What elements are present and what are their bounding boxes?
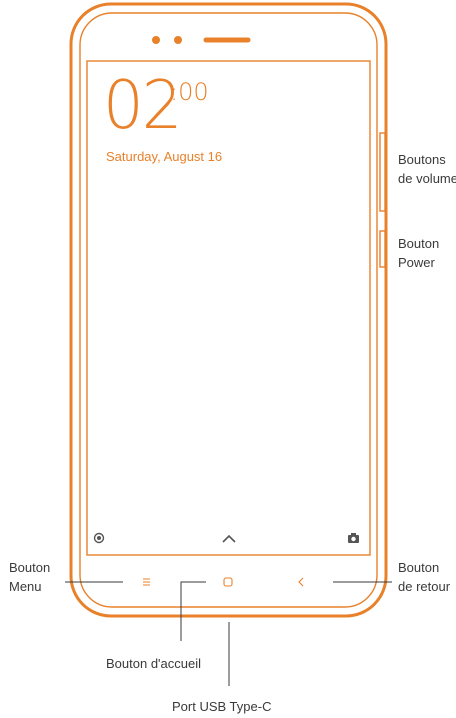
volume-button — [379, 132, 386, 212]
usb-port-label: Port USB Type-C — [172, 699, 272, 714]
lockscreen-clock: 02 :00 — [103, 67, 209, 145]
hamburger-menu-icon — [143, 578, 150, 586]
sensor-dot — [174, 36, 182, 44]
volume-buttons-label: Boutons de volume — [398, 150, 456, 188]
chevron-up-icon — [222, 534, 236, 543]
circle-dot-icon — [93, 532, 105, 544]
home-leader-line — [180, 581, 206, 641]
power-label-line1: Bouton — [398, 236, 440, 251]
power-button — [379, 230, 386, 268]
volume-label-line2: de volume — [398, 171, 456, 186]
menu-label-line2: Menu — [9, 579, 42, 594]
back-button-label: Bouton de retour — [398, 558, 450, 596]
chevron-left-icon — [298, 577, 304, 587]
front-camera-dot — [152, 36, 160, 44]
power-label-line2: Power — [398, 255, 435, 270]
lockscreen-date: Saturday, August 16 — [106, 149, 223, 164]
menu-label-line1: Bouton — [9, 560, 51, 575]
menu-button-label: Bouton Menu — [9, 558, 50, 596]
phone-diagram — [65, 2, 392, 686]
back-label-line1: Bouton — [398, 560, 440, 575]
clock-minutes: :00 — [170, 78, 209, 106]
camera-icon — [348, 533, 359, 543]
clock-hours: 02 — [103, 67, 182, 145]
home-square-icon — [223, 577, 233, 587]
back-label-line2: de retour — [398, 579, 451, 594]
home-button-label: Bouton d'accueil — [106, 656, 201, 671]
volume-label-line1: Boutons — [398, 152, 446, 167]
power-button-label: Bouton Power — [398, 234, 439, 272]
